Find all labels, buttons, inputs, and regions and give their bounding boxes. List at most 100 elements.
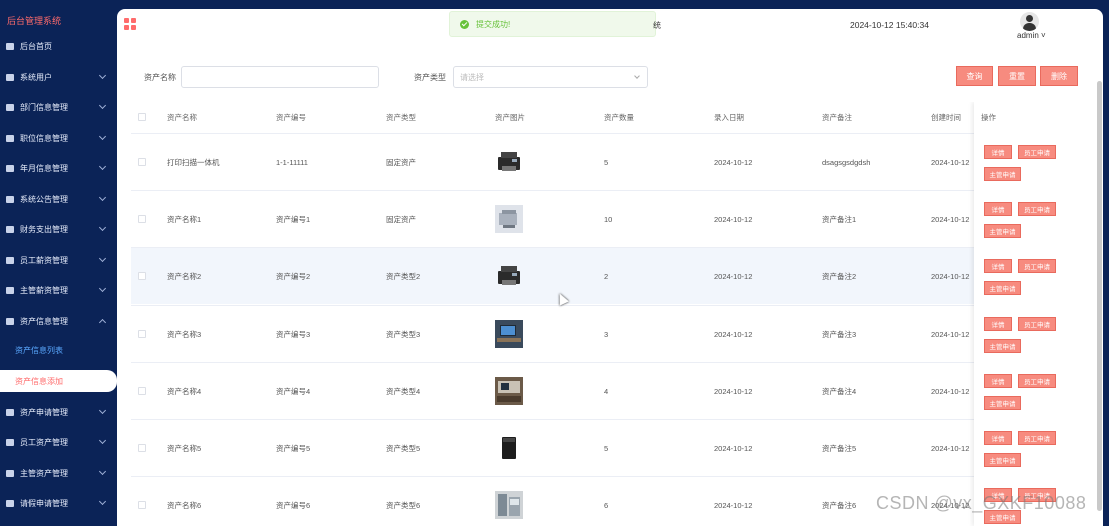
menu-item-icon bbox=[6, 164, 14, 172]
sidebar-item-1[interactable]: 系统用户 bbox=[0, 62, 117, 92]
sidebar-item-label: 资产信息管理 bbox=[20, 316, 68, 326]
avatar[interactable] bbox=[1020, 12, 1039, 31]
asset-type-select[interactable]: 请选择 bbox=[453, 66, 648, 88]
sidebar-item-13[interactable]: 请假申请管理 bbox=[0, 488, 117, 518]
sidebar-subitem-0[interactable]: 资产信息列表 bbox=[0, 339, 117, 361]
sidebar-item-label: 员工资产管理 bbox=[20, 437, 68, 447]
asset-image[interactable] bbox=[495, 205, 523, 234]
table-cell-code: 资产编号1 bbox=[276, 215, 311, 225]
table-cell-note: 资产备注5 bbox=[822, 444, 857, 453]
table-cell-date: 2024-10-12 bbox=[714, 272, 753, 282]
manager-apply-button[interactable]: 主管申请 bbox=[984, 338, 1021, 353]
sidebar-item-2[interactable]: 部门信息管理 bbox=[0, 92, 117, 122]
menu-item-icon bbox=[6, 438, 14, 446]
detail-button[interactable]: 详情 bbox=[984, 316, 1012, 331]
sidebar-item-12[interactable]: 主管资产管理 bbox=[0, 458, 117, 488]
query-button[interactable]: 查询 bbox=[956, 66, 993, 86]
table-row[interactable]: 资产名称5 资产编号5 资产类型5 5 2024-10-12 资产备注5 2024-10-1… bbox=[131, 419, 1084, 476]
manager-apply-button[interactable]: 主管申请 bbox=[984, 167, 1021, 181]
employee-apply-button[interactable]: 员工申请 bbox=[1018, 431, 1056, 445]
delete-button[interactable]: 删除 bbox=[1040, 66, 1078, 86]
table-row[interactable]: 打印扫描一体机 1-1-11111 固定资产 5 2024-10-12 dsagsgsdg… bbox=[131, 133, 1084, 190]
reset-button[interactable]: 重置 bbox=[998, 66, 1036, 86]
table-cell-note: 资产备注4 bbox=[822, 386, 857, 396]
sidebar-subitem-1[interactable]: 资产信息添加 bbox=[0, 370, 117, 392]
column-header[interactable]: 创建时间 bbox=[931, 102, 961, 133]
menu-grid-icon[interactable] bbox=[124, 18, 136, 30]
row-checkbox[interactable] bbox=[138, 272, 146, 281]
table-cell-code: 资产编号3 bbox=[276, 329, 311, 339]
table-cell-created: 2024-10-12 bbox=[931, 272, 970, 282]
sidebar-item-0[interactable]: 后台首页 bbox=[0, 31, 117, 61]
vertical-scrollbar[interactable] bbox=[1097, 81, 1102, 511]
table-cell-created: 2024-10-12 bbox=[931, 215, 970, 225]
employee-apply-button[interactable]: 员工申请 bbox=[1018, 259, 1056, 274]
manager-apply-button[interactable]: 主管申请 bbox=[984, 453, 1021, 467]
detail-button[interactable]: 详情 bbox=[984, 431, 1012, 445]
sidebar-item-3[interactable]: 职位信息管理 bbox=[0, 123, 117, 153]
row-checkbox[interactable] bbox=[138, 444, 146, 452]
sidebar-item-8[interactable]: 主管薪资管理 bbox=[0, 275, 117, 305]
asset-image[interactable] bbox=[495, 376, 523, 405]
table-cell-date: 2024-10-12 bbox=[714, 158, 753, 167]
row-checkbox[interactable] bbox=[138, 329, 146, 338]
sidebar-item-label: 主管资产管理 bbox=[20, 468, 68, 478]
sidebar-item-9[interactable]: 资产信息管理 bbox=[0, 306, 117, 336]
detail-button[interactable]: 详情 bbox=[984, 202, 1012, 217]
sidebar-item-5[interactable]: 系统公告管理 bbox=[0, 184, 117, 214]
employee-apply-button[interactable]: 员工申请 bbox=[1018, 316, 1056, 331]
asset-image[interactable] bbox=[495, 148, 523, 176]
asset-image[interactable] bbox=[495, 434, 523, 462]
manager-apply-button[interactable]: 主管申请 bbox=[984, 281, 1021, 296]
menu-item-icon bbox=[6, 73, 14, 81]
manager-apply-button[interactable]: 主管申请 bbox=[984, 395, 1021, 410]
asset-image[interactable] bbox=[495, 319, 523, 348]
manager-apply-button[interactable]: 主管申请 bbox=[984, 224, 1021, 239]
detail-button[interactable]: 详情 bbox=[984, 259, 1012, 274]
table-cell-note: dsagsgsdgdsh bbox=[822, 158, 871, 167]
toast-message: 提交成功! bbox=[476, 19, 511, 29]
sidebar-item-label: 职位信息管理 bbox=[20, 133, 68, 143]
table-row[interactable]: 资产名称2 资产编号2 资产类型2 2 2024-10-12 资产备注2 2024-10-1… bbox=[131, 247, 1084, 305]
table-cell-note: 资产备注2 bbox=[822, 272, 857, 282]
asset-type-label: 资产类型 bbox=[414, 73, 446, 82]
employee-apply-button[interactable]: 员工申请 bbox=[1018, 202, 1056, 217]
table-cell-name: 资产名称1 bbox=[167, 215, 202, 225]
sidebar-item-label: 员工薪资管理 bbox=[20, 255, 68, 265]
table-cell-type: 资产类型2 bbox=[386, 272, 421, 282]
asset-image[interactable] bbox=[495, 262, 523, 290]
row-checkbox[interactable] bbox=[138, 158, 146, 166]
watermark: CSDN @vx_GXKF10088 bbox=[876, 493, 1087, 513]
main-panel: 提交成功! 统 2024-10-12 15:40:34 admin ˅ 资产名称… bbox=[117, 9, 1103, 526]
sidebar-item-label: 资产申请管理 bbox=[20, 407, 68, 417]
row-checkbox[interactable] bbox=[138, 386, 146, 395]
row-checkbox[interactable] bbox=[138, 215, 146, 224]
sidebar-item-11[interactable]: 员工资产管理 bbox=[0, 427, 117, 457]
table-row[interactable]: 资产名称3 资产编号3 资产类型3 3 2024-10-12 资产备注3 2024-10-1… bbox=[131, 304, 1084, 362]
table-cell-code: 1-1-11111 bbox=[276, 158, 308, 167]
detail-button[interactable]: 详情 bbox=[984, 373, 1012, 388]
sidebar-item-6[interactable]: 财务支出管理 bbox=[0, 214, 117, 244]
asset-image[interactable] bbox=[495, 491, 523, 520]
employee-apply-button[interactable]: 员工申请 bbox=[1018, 373, 1056, 388]
asset-name-input[interactable] bbox=[181, 66, 379, 88]
sidebar-item-4[interactable]: 年月信息管理 bbox=[0, 153, 117, 183]
select-all-checkbox[interactable] bbox=[138, 113, 146, 121]
asset-name-label: 资产名称 bbox=[144, 73, 176, 82]
table-cell-type: 资产类型5 bbox=[386, 444, 421, 453]
row-checkbox[interactable] bbox=[138, 501, 146, 510]
sidebar-item-10[interactable]: 资产申请管理 bbox=[0, 397, 117, 427]
user-menu[interactable]: admin ˅ bbox=[1017, 31, 1046, 40]
table-cell-type: 资产类型3 bbox=[386, 329, 421, 339]
table-cell-note: 资产备注1 bbox=[822, 215, 857, 225]
menu-item-icon bbox=[6, 469, 14, 477]
column-header-actions: 操作 bbox=[981, 113, 996, 122]
table-row[interactable]: 资产名称4 资产编号4 资产类型4 4 2024-10-12 资产备注4 2024-10-1… bbox=[131, 361, 1084, 419]
sidebar-item-7[interactable]: 员工薪资管理 bbox=[0, 245, 117, 275]
success-toast: 提交成功! bbox=[449, 11, 656, 37]
detail-button[interactable]: 详情 bbox=[984, 145, 1012, 159]
app-title: 后台管理系统 bbox=[7, 16, 62, 26]
table-row[interactable]: 资产名称1 资产编号1 固定资产 10 2024-10-12 资产备注1 2024-10-1… bbox=[131, 190, 1084, 247]
employee-apply-button[interactable]: 员工申请 bbox=[1018, 145, 1056, 159]
table-cell-qty: 10 bbox=[604, 215, 613, 225]
